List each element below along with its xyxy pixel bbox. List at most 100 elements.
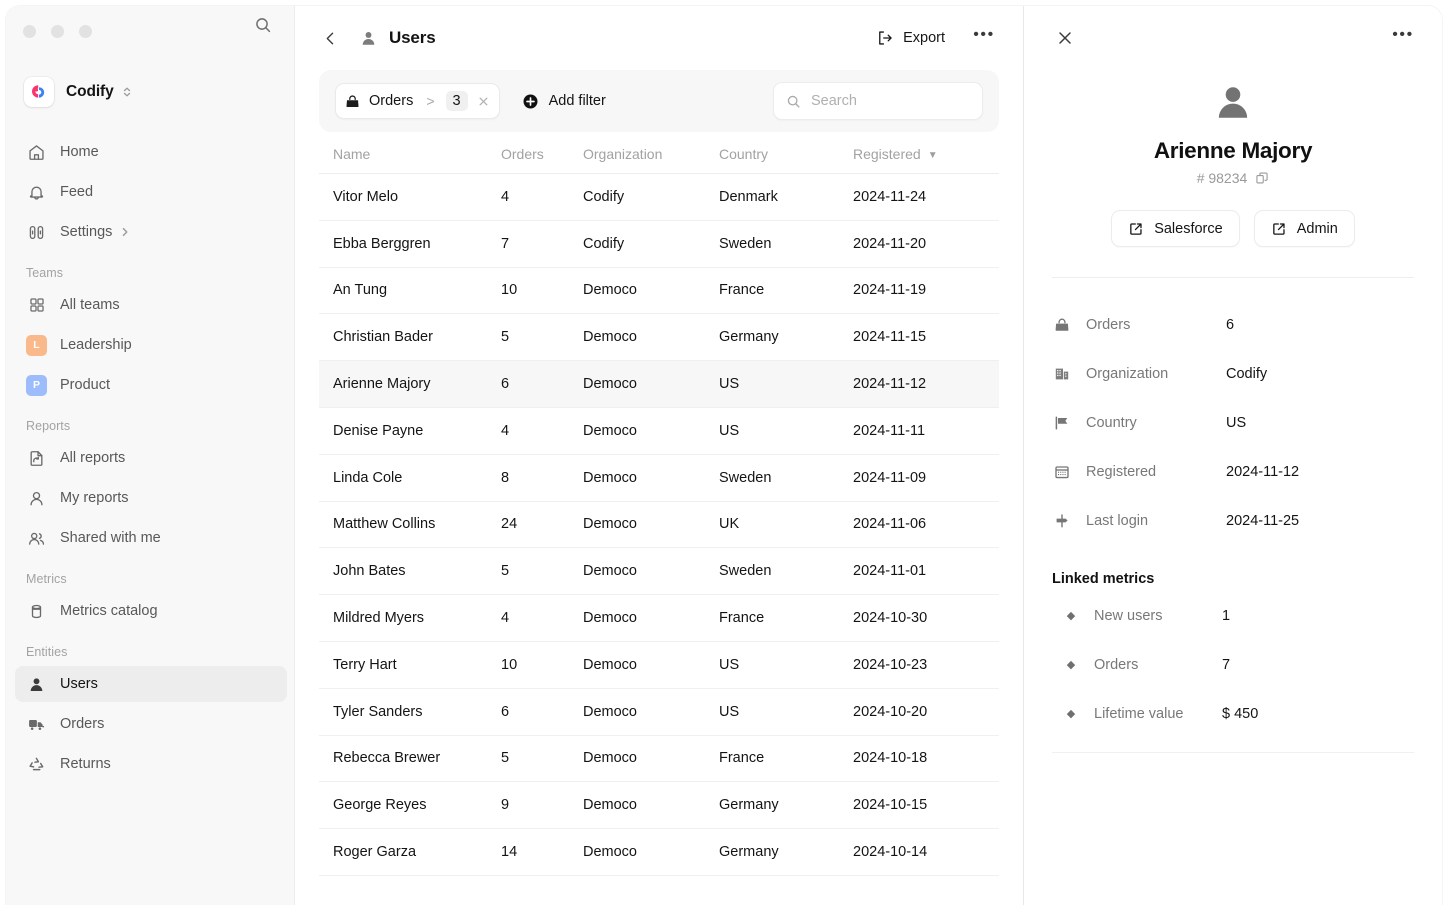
sidebar-section-entities: Entities: [26, 645, 68, 659]
filter-value[interactable]: 3: [445, 91, 468, 111]
sidebar-item-home[interactable]: Home: [15, 134, 287, 170]
add-filter-button[interactable]: Add filter: [522, 93, 606, 110]
column-header-country[interactable]: Country: [719, 146, 853, 174]
close-detail-button[interactable]: [1050, 23, 1080, 53]
sidebar-item-orders[interactable]: Orders: [15, 706, 287, 742]
remove-filter-icon[interactable]: [477, 95, 490, 108]
table-row[interactable]: Rebecca Brewer 5 Democo France 2024-10-18: [319, 735, 999, 783]
sidebar-section-teams: Teams: [26, 266, 64, 280]
more-horizontal-icon[interactable]: •••: [970, 24, 998, 52]
salesforce-button[interactable]: Salesforce: [1111, 210, 1240, 247]
sidebar-item-shared-with-me[interactable]: Shared with me: [15, 520, 287, 556]
back-button[interactable]: [315, 23, 345, 53]
detail-more-horizontal-icon[interactable]: •••: [1389, 24, 1417, 52]
sidebar-item-all-reports[interactable]: All reports: [15, 440, 287, 476]
sort-descending-icon: ▼: [927, 150, 938, 161]
cell-registered: 2024-11-19: [853, 267, 999, 315]
cylinder-icon: [26, 601, 47, 622]
building-icon: [1052, 366, 1072, 382]
sidebar-item-all-teams[interactable]: All teams: [15, 287, 287, 323]
detail-field-label: Registered: [1086, 463, 1157, 480]
plus-circle-icon: [522, 93, 539, 110]
diamond-icon: ◆: [1066, 708, 1076, 720]
table-row[interactable]: Ebba Berggren 7 Codify Sweden 2024-11-20: [319, 220, 999, 268]
copy-icon[interactable]: [1255, 171, 1269, 185]
column-header-registered[interactable]: Registered ▼: [853, 146, 999, 174]
grid-icon: [26, 295, 47, 316]
cell-country: Sweden: [719, 547, 853, 596]
recycle-icon: [26, 754, 47, 775]
sidebar-item-returns[interactable]: Returns: [15, 746, 287, 782]
sidebar-item-my-reports[interactable]: My reports: [15, 480, 287, 516]
filter-operator[interactable]: >: [426, 93, 434, 109]
sidebar-item-feed[interactable]: Feed: [15, 174, 287, 210]
sidebar-item-users[interactable]: Users: [15, 666, 287, 702]
signpost-icon: [1052, 513, 1072, 529]
metric-label: Orders: [1094, 656, 1139, 673]
cell-organization: Democo: [583, 313, 719, 362]
search-icon: [786, 94, 801, 109]
detail-field-value: US: [1226, 414, 1247, 431]
sidebar-item-label: Metrics catalog: [60, 603, 158, 619]
table-row[interactable]: Terry Hart 10 Democo US 2024-10-23: [319, 641, 999, 689]
cell-orders: 24: [501, 501, 583, 549]
table-row[interactable]: Vitor Melo 4 Codify Denmark 2024-11-24: [319, 173, 999, 221]
cell-name: Mildred Myers: [319, 594, 501, 642]
bag-icon: [345, 94, 360, 109]
cell-registered: 2024-11-12: [853, 360, 999, 408]
cell-organization: Democo: [583, 781, 719, 830]
table-row[interactable]: Christian Bader 5 Democo Germany 2024-11-15: [319, 313, 999, 362]
sidebar-item-label: Leadership: [60, 337, 132, 353]
cell-organization: Democo: [583, 594, 719, 642]
admin-button[interactable]: Admin: [1253, 210, 1355, 247]
sidebar-item-label: Product: [60, 377, 110, 393]
workspace-switcher[interactable]: Codify: [24, 74, 279, 110]
cell-country: Denmark: [719, 173, 853, 221]
cell-orders: 4: [501, 594, 583, 642]
cell-orders: 5: [501, 313, 583, 362]
table-row[interactable]: Mildred Myers 4 Democo France 2024-10-30: [319, 594, 999, 642]
cell-organization: Democo: [583, 735, 719, 783]
table-row[interactable]: Denise Payne 4 Democo US 2024-11-11: [319, 407, 999, 455]
search-box[interactable]: [773, 82, 983, 120]
table-row[interactable]: Matthew Collins 24 Democo UK 2024-11-06: [319, 501, 999, 549]
table-row[interactable]: Tyler Sanders 6 Democo US 2024-10-20: [319, 688, 999, 736]
app-window: Codify Home Feed Settings Teams All team…: [6, 6, 1442, 905]
detail-field-orders: Orders 6: [1052, 300, 1414, 349]
minimize-window-button[interactable]: [51, 25, 64, 38]
search-input[interactable]: [811, 93, 970, 109]
cell-organization: Democo: [583, 828, 719, 876]
table-row[interactable]: Roger Garza 14 Democo Germany 2024-10-14: [319, 828, 999, 876]
truck-icon: [26, 714, 47, 735]
filter-pill-orders[interactable]: Orders > 3: [335, 83, 500, 119]
column-header-orders[interactable]: Orders: [501, 146, 583, 174]
diamond-icon: ◆: [1066, 659, 1076, 671]
table-row[interactable]: Linda Cole 8 Democo Sweden 2024-11-09: [319, 454, 999, 502]
sidebar-search-button[interactable]: [252, 14, 274, 36]
table-row[interactable]: John Bates 5 Democo Sweden 2024-11-01: [319, 547, 999, 596]
close-window-button[interactable]: [23, 25, 36, 38]
detail-field-value: 2024-11-12: [1226, 463, 1300, 480]
page-title-group: Users: [359, 28, 436, 48]
team-avatar-leadership: L: [26, 334, 47, 356]
cell-registered: 2024-10-14: [853, 828, 999, 876]
sidebar-item-settings[interactable]: Settings: [15, 214, 287, 250]
sidebar-section-reports: Reports: [26, 419, 71, 433]
sidebar-item-leadership[interactable]: L Leadership: [15, 327, 287, 363]
maximize-window-button[interactable]: [79, 25, 92, 38]
table-row[interactable]: Arienne Majory 6 Democo US 2024-11-12: [319, 360, 999, 408]
avatar: [1208, 78, 1258, 128]
cell-organization: Democo: [583, 501, 719, 549]
table-row[interactable]: An Tung 10 Democo France 2024-11-19: [319, 267, 999, 315]
cell-organization: Codify: [583, 220, 719, 268]
detail-id-row: # 98234: [1024, 170, 1442, 186]
sidebar-item-product[interactable]: P Product: [15, 367, 287, 403]
table-row[interactable]: George Reyes 9 Democo Germany 2024-10-15: [319, 781, 999, 830]
sidebar-item-metrics-catalog[interactable]: Metrics catalog: [15, 593, 287, 629]
cell-name: Roger Garza: [319, 828, 501, 876]
metric-row-orders: ◆ Orders 7: [1064, 640, 1414, 689]
column-header-organization[interactable]: Organization: [583, 146, 719, 174]
salesforce-label: Salesforce: [1154, 220, 1223, 237]
column-header-name[interactable]: Name: [319, 146, 501, 174]
export-button[interactable]: Export: [869, 24, 952, 52]
